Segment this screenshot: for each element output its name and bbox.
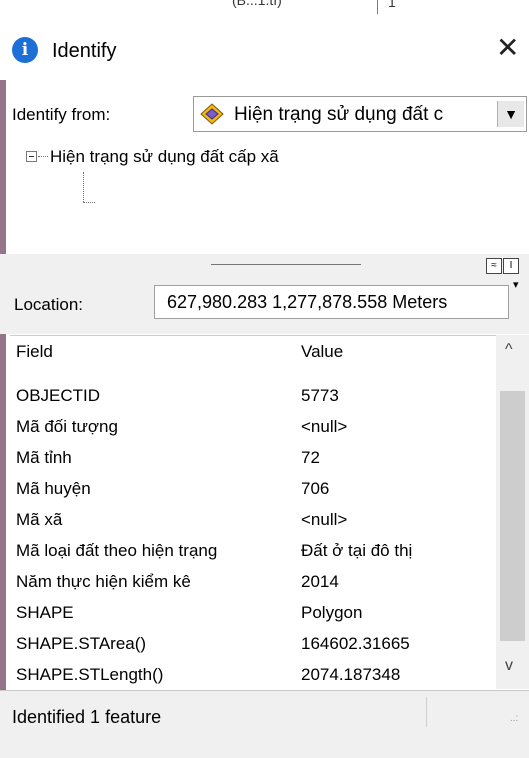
status-text: Identified 1 feature bbox=[12, 707, 162, 727]
background-divider bbox=[377, 0, 378, 14]
table-row[interactable]: SHAPE Polygon bbox=[10, 597, 496, 629]
table-row[interactable]: Mã huyện 706 bbox=[10, 473, 496, 505]
resize-grip-icon[interactable]: ..: bbox=[510, 713, 518, 724]
layout-icon[interactable]: I bbox=[503, 258, 519, 274]
results-tree[interactable]: Hiện trạng sử dụng đất cấp xã bbox=[10, 142, 529, 254]
close-icon[interactable]: ✕ bbox=[496, 31, 519, 64]
table-row[interactable]: Mã xã <null> bbox=[10, 504, 496, 536]
table-row[interactable]: OBJECTID 5773 bbox=[10, 380, 496, 412]
field-name: Mã tỉnh bbox=[16, 448, 72, 467]
field-name: Mã loại đất theo hiện trạng bbox=[16, 541, 218, 560]
field-value: 706 bbox=[301, 479, 330, 498]
field-name: SHAPE.STLength() bbox=[16, 665, 164, 684]
scroll-thumb[interactable] bbox=[500, 391, 525, 641]
tree-connector bbox=[38, 156, 48, 157]
tree-connector-child-h bbox=[83, 202, 95, 203]
location-field[interactable]: 627,980.283 1,277,878.558 Meters bbox=[154, 285, 509, 319]
field-name: OBJECTID bbox=[16, 386, 101, 405]
scroll-down-icon[interactable]: v bbox=[505, 657, 513, 675]
title-bar[interactable]: i Identify ✕ bbox=[0, 14, 529, 80]
attribute-table[interactable]: Field Value OBJECTID 5773 Mã đối tượng <nu… bbox=[10, 335, 529, 690]
layer-diamond-icon bbox=[200, 103, 224, 125]
field-column-header[interactable]: Field bbox=[16, 342, 53, 362]
window-edge bbox=[0, 80, 6, 720]
field-value: <null> bbox=[301, 510, 348, 529]
table-row[interactable]: Mã đối tượng <null> bbox=[10, 411, 496, 443]
expand-icon[interactable]: ≈ bbox=[486, 258, 502, 274]
identify-from-dropdown[interactable]: Hiện trạng sử dụng đất c ▼ bbox=[193, 96, 527, 132]
tree-item-layer[interactable]: Hiện trạng sử dụng đất cấp xã bbox=[50, 147, 279, 167]
field-name: Mã đối tượng bbox=[16, 417, 118, 436]
background-window-strip: (B...1.tî) 1 bbox=[0, 0, 529, 14]
chevron-down-icon[interactable]: ▼ bbox=[497, 101, 524, 127]
location-units-dropdown-icon[interactable]: ▾ bbox=[513, 278, 519, 291]
table-row[interactable]: Năm thực hiện kiểm kê 2014 bbox=[10, 566, 496, 598]
field-value: 72 bbox=[301, 448, 320, 467]
identify-from-value: Hiện trạng sử dụng đất c bbox=[234, 104, 444, 125]
info-icon: i bbox=[12, 37, 38, 63]
field-value: Polygon bbox=[301, 603, 363, 622]
field-value: Đất ở tại đô thị bbox=[301, 541, 413, 560]
table-row[interactable]: Mã tỉnh 72 bbox=[10, 442, 496, 474]
field-value: 2074.187348 bbox=[301, 665, 401, 684]
field-name: SHAPE bbox=[16, 603, 74, 622]
field-name: Mã huyện bbox=[16, 479, 91, 498]
tree-connector-child bbox=[83, 172, 84, 202]
pane-splitter[interactable]: ≈ I bbox=[0, 254, 529, 274]
field-value: 2014 bbox=[301, 572, 339, 591]
location-bar: Location: 627,980.283 1,277,878.558 Mete… bbox=[0, 274, 529, 334]
field-name: Năm thực hiện kiểm kê bbox=[16, 572, 191, 591]
table-row[interactable]: Mã loại đất theo hiện trạng Đất ở tại đô … bbox=[10, 535, 496, 567]
window-title: Identify bbox=[52, 40, 117, 62]
location-value: 627,980.283 1,277,878.558 Meters bbox=[167, 292, 448, 312]
field-value: 164602.31665 bbox=[301, 634, 410, 653]
identify-from-label: Identify from: bbox=[12, 105, 111, 124]
field-name: Mã xã bbox=[16, 510, 63, 529]
table-row[interactable]: SHAPE.STArea() 164602.31665 bbox=[10, 628, 496, 660]
background-fragment: (B...1.tî) bbox=[232, 0, 282, 8]
value-column-header[interactable]: Value bbox=[301, 342, 343, 362]
status-bar: Identified 1 feature ..: bbox=[0, 690, 529, 758]
location-label: Location: bbox=[14, 295, 83, 314]
field-value: 5773 bbox=[301, 386, 339, 405]
vertical-scrollbar[interactable]: ^ v bbox=[496, 335, 529, 689]
field-name: SHAPE.STArea() bbox=[16, 634, 147, 653]
field-value: <null> bbox=[301, 417, 348, 436]
splitter-line bbox=[211, 264, 361, 265]
table-row[interactable]: SHAPE.STLength() 2074.187348 bbox=[10, 659, 496, 691]
background-fragment-2: 1 bbox=[388, 0, 396, 10]
status-divider bbox=[426, 697, 427, 727]
scroll-up-icon[interactable]: ^ bbox=[505, 341, 513, 359]
table-header: Field Value bbox=[10, 336, 496, 368]
collapse-icon[interactable] bbox=[26, 151, 37, 162]
